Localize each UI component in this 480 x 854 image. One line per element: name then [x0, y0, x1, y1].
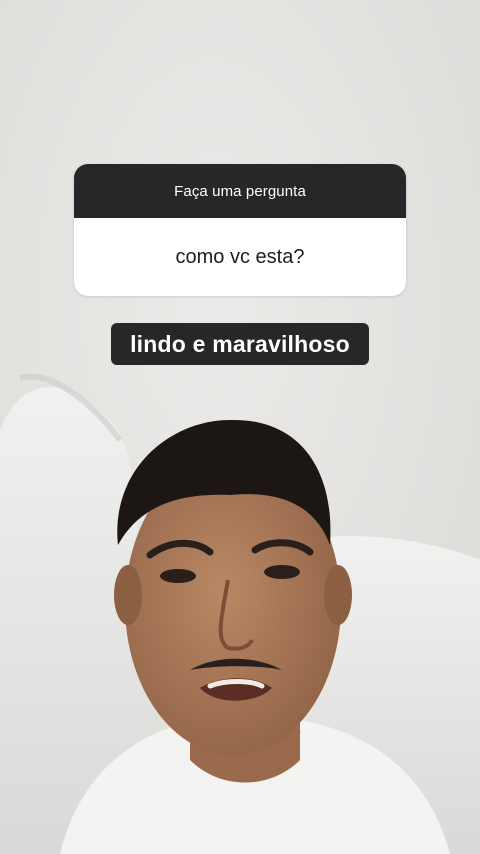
answer-caption: lindo e maravilhoso	[111, 323, 369, 365]
selfie-photo	[0, 0, 480, 854]
story-video-frame: Faça uma pergunta como vc esta? lindo e …	[0, 0, 480, 854]
question-sticker-text: como vc esta?	[175, 245, 305, 268]
question-sticker-header: Faça uma pergunta	[74, 164, 406, 218]
question-sticker[interactable]: Faça uma pergunta como vc esta?	[74, 164, 406, 296]
